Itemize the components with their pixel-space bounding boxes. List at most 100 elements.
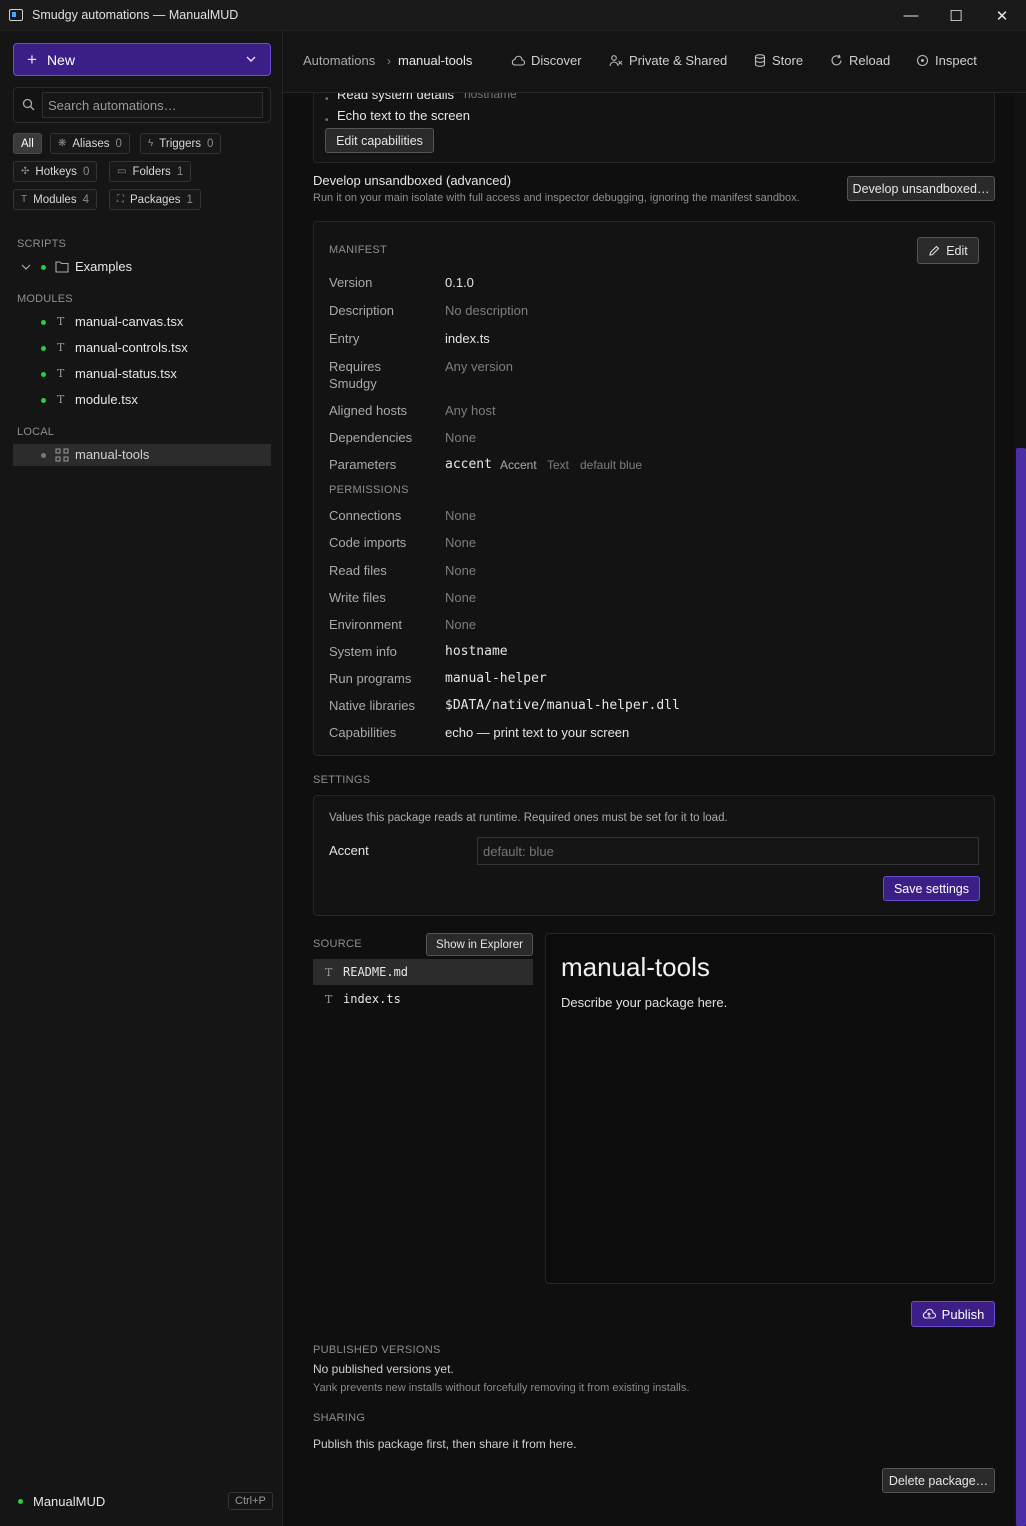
tree-item-label: manual-tools bbox=[75, 447, 150, 462]
permission-label: Connections bbox=[329, 508, 402, 523]
manifest-entry: index.ts bbox=[445, 331, 490, 346]
nav-reload[interactable]: Reload bbox=[830, 53, 890, 68]
chip-count: 1 bbox=[186, 193, 193, 206]
manifest-label: Dependencies bbox=[329, 430, 413, 445]
filter-chip-packages[interactable]: ⛶ Packages 1 bbox=[109, 189, 201, 210]
new-button-label: New bbox=[46, 51, 75, 68]
new-button[interactable]: + New bbox=[13, 43, 271, 76]
hotkey-icon: ✣ bbox=[21, 166, 30, 177]
permission-label: Run programs bbox=[329, 671, 412, 686]
package-icon: ⛶ bbox=[117, 194, 124, 205]
profile-name[interactable]: ManualMUD bbox=[33, 1494, 105, 1509]
manifest-panel: MANIFEST Edit bbox=[313, 221, 995, 756]
capability-item: Read system details bbox=[337, 93, 455, 102]
accent-input[interactable] bbox=[477, 837, 979, 865]
edit-capabilities-button[interactable]: Edit capabilities bbox=[325, 128, 434, 153]
file-icon: T bbox=[325, 993, 333, 1006]
tree-item-module[interactable]: Tmodule.tsx bbox=[13, 389, 271, 411]
tree-item-label: manual-canvas.tsx bbox=[75, 314, 184, 329]
permission-value: hostname bbox=[445, 644, 508, 659]
permission-value: $DATA/native/manual-helper.dll bbox=[445, 698, 680, 713]
develop-unsandboxed-button[interactable]: Develop unsandboxed… bbox=[847, 176, 995, 201]
typescript-icon: T bbox=[57, 367, 65, 380]
manifest-label: Description bbox=[329, 303, 395, 318]
sharing-heading: SHARING bbox=[313, 1412, 366, 1424]
search-icon bbox=[22, 98, 35, 111]
status-dot bbox=[41, 320, 46, 325]
chevron-down-icon[interactable] bbox=[21, 263, 31, 271]
develop-title: Develop unsandboxed (advanced) bbox=[313, 173, 512, 188]
nav-private-shared[interactable]: Private & Shared bbox=[609, 53, 727, 68]
breadcrumb-automations[interactable]: Automations bbox=[303, 53, 375, 68]
nav-label: Reload bbox=[849, 53, 891, 68]
settings-panel: Values this package reads at runtime. Re… bbox=[313, 795, 995, 916]
manifest-dependencies: None bbox=[445, 430, 477, 445]
maximize-button[interactable]: ☐ bbox=[933, 0, 979, 31]
published-empty: No published versions yet. bbox=[313, 1362, 454, 1376]
nav-store[interactable]: Store bbox=[754, 53, 803, 68]
filter-chip-aliases[interactable]: ❋ Aliases 0 bbox=[50, 133, 130, 154]
tree-item-module[interactable]: Tmanual-canvas.tsx bbox=[13, 311, 271, 333]
search-input[interactable] bbox=[42, 92, 263, 118]
tree-item-label: manual-controls.tsx bbox=[75, 340, 188, 355]
chip-count: 0 bbox=[115, 137, 122, 150]
tree-item-examples[interactable]: Examples bbox=[13, 256, 271, 278]
status-dot bbox=[41, 372, 46, 377]
close-button[interactable]: ✕ bbox=[979, 0, 1025, 31]
chevron-down-icon[interactable] bbox=[244, 52, 258, 66]
sidebar: + New All ❋ Aliases 0 ϟ Triggers 0 ✣ Hotkeys 0… bbox=[0, 31, 283, 1526]
close-icon: ✕ bbox=[995, 7, 1009, 25]
refresh-icon bbox=[831, 54, 842, 66]
breadcrumb-separator: › bbox=[387, 54, 391, 68]
chip-count: 4 bbox=[82, 193, 89, 206]
users-icon bbox=[609, 55, 623, 67]
develop-description: Run it on your main isolate with full ac… bbox=[313, 192, 800, 204]
tree-item-module[interactable]: Tmanual-status.tsx bbox=[13, 363, 271, 385]
filter-chip-hotkeys[interactable]: ✣ Hotkeys 0 bbox=[13, 161, 98, 182]
edit-label: Edit bbox=[946, 243, 968, 258]
permission-value: None bbox=[445, 535, 477, 550]
manifest-label: Aligned hosts bbox=[329, 403, 408, 418]
tree-item-module[interactable]: Tmanual-controls.tsx bbox=[13, 337, 271, 359]
scrollbar-thumb[interactable] bbox=[1016, 448, 1026, 1526]
nav-discover[interactable]: Discover bbox=[511, 53, 582, 68]
settings-heading: SETTINGS bbox=[313, 774, 371, 786]
status-bar: ManualMUD Ctrl+P bbox=[0, 1490, 283, 1514]
file-name: index.ts bbox=[343, 992, 401, 1006]
file-item-readme[interactable]: T README.md bbox=[313, 959, 533, 985]
alias-icon: ❋ bbox=[58, 138, 67, 149]
tree-item-package[interactable]: manual-tools bbox=[13, 444, 271, 466]
breadcrumb-current: manual-tools bbox=[398, 53, 473, 68]
tree-item-label: Examples bbox=[75, 259, 133, 274]
manifest-hosts: Any host bbox=[445, 403, 496, 418]
nav-label: Inspect bbox=[935, 53, 977, 68]
preview-body: Describe your package here. bbox=[561, 995, 728, 1010]
delete-package-button[interactable]: Delete package… bbox=[882, 1468, 995, 1493]
file-item-index[interactable]: T index.ts bbox=[313, 986, 533, 1012]
publish-button[interactable]: Publish bbox=[911, 1301, 995, 1327]
typescript-icon: T bbox=[57, 315, 65, 328]
manifest-label: Entry bbox=[329, 331, 360, 346]
save-settings-button[interactable]: Save settings bbox=[883, 876, 980, 901]
filter-chip-triggers[interactable]: ϟ Triggers 0 bbox=[140, 133, 222, 154]
chip-count: 1 bbox=[176, 165, 184, 178]
filter-chip-modules[interactable]: T Modules 4 bbox=[13, 189, 97, 210]
publish-label: Publish bbox=[941, 1306, 985, 1322]
sharing-text: Publish this package first, then share i… bbox=[313, 1437, 577, 1451]
chip-count: 0 bbox=[82, 165, 90, 178]
capability-hint: hostname bbox=[464, 93, 517, 101]
filter-chip-all[interactable]: All bbox=[13, 133, 42, 154]
show-in-explorer-button[interactable]: Show in Explorer bbox=[426, 933, 533, 956]
filter-chip-folders[interactable]: ▭ Folders 1 bbox=[109, 161, 192, 182]
manifest-heading: MANIFEST bbox=[329, 244, 388, 256]
modules-section-label: MODULES bbox=[17, 293, 73, 305]
minimize-button[interactable]: — bbox=[888, 0, 934, 31]
connection-status-dot bbox=[18, 1499, 23, 1504]
manifest-version: 0.1.0 bbox=[445, 275, 474, 290]
permission-value: None bbox=[445, 508, 477, 523]
permission-label: Read files bbox=[329, 563, 387, 578]
tree-item-label: module.tsx bbox=[75, 392, 138, 407]
manifest-description: No description bbox=[445, 303, 529, 318]
nav-inspect[interactable]: Inspect bbox=[916, 53, 977, 68]
manifest-edit-button[interactable]: Edit bbox=[917, 237, 979, 264]
